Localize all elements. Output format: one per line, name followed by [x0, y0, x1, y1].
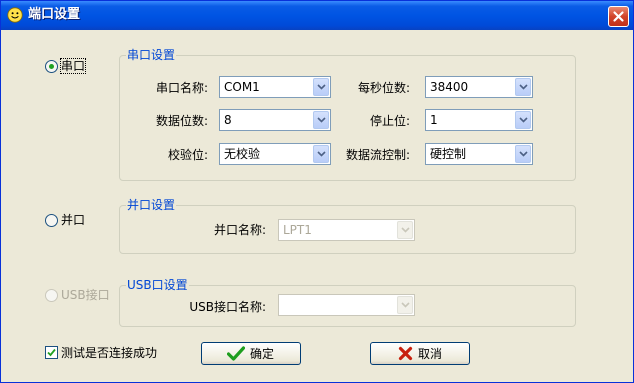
- parallel-radio-label[interactable]: 并口: [61, 213, 85, 227]
- window-title: 端口设置: [28, 7, 81, 22]
- baud-rate-label: 每秒位数:: [357, 81, 410, 95]
- data-bits-value: 8: [224, 113, 232, 127]
- usb-port-name-select[interactable]: [278, 294, 415, 316]
- x-icon: [398, 346, 413, 364]
- stop-bits-value: 1: [430, 113, 438, 127]
- flow-control-label: 数据流控制:: [345, 148, 410, 162]
- parity-label: 校验位:: [167, 148, 208, 162]
- cancel-button[interactable]: 取消: [370, 342, 470, 365]
- ok-button[interactable]: 确定: [201, 342, 301, 365]
- port-settings-dialog: 端口设置 串口 串口设置 串口名称: COM1 每秒位数: 38400 数据位数…: [0, 0, 634, 383]
- chevron-down-icon[interactable]: [515, 145, 531, 163]
- flow-control-value: 硬控制: [430, 147, 467, 161]
- parallel-port-name-label: 并口名称:: [213, 223, 266, 237]
- dialog-body: 串口 串口设置 串口名称: COM1 每秒位数: 38400 数据位数: 8 停…: [4, 30, 630, 380]
- parallel-port-name-select[interactable]: LPT1: [278, 219, 415, 241]
- usb-group-title: USB口设置: [126, 278, 189, 292]
- usb-port-name-label: USB接口名称:: [189, 300, 266, 314]
- flow-control-select[interactable]: 硬控制: [425, 143, 533, 165]
- usb-radio[interactable]: [45, 289, 58, 302]
- serial-radio-label[interactable]: 串口: [59, 58, 87, 74]
- chevron-down-icon[interactable]: [515, 111, 531, 129]
- chevron-down-icon[interactable]: [515, 78, 531, 96]
- serial-port-name-label: 串口名称:: [155, 81, 208, 95]
- serial-port-name-select[interactable]: COM1: [219, 76, 331, 98]
- data-bits-label: 数据位数:: [155, 114, 208, 128]
- chevron-down-icon[interactable]: [313, 111, 329, 129]
- serial-group-title: 串口设置: [126, 48, 177, 62]
- ok-button-label: 确定: [250, 347, 275, 361]
- close-button[interactable]: [608, 6, 629, 27]
- serial-port-name-value: COM1: [224, 80, 260, 94]
- parallel-port-name-value: LPT1: [283, 223, 312, 237]
- test-connection-checkbox[interactable]: [45, 346, 58, 359]
- close-icon: [613, 11, 624, 22]
- chevron-down-icon[interactable]: [313, 145, 329, 163]
- parity-select[interactable]: 无校验: [219, 143, 331, 165]
- parallel-radio[interactable]: [45, 214, 58, 227]
- stop-bits-select[interactable]: 1: [425, 109, 533, 131]
- data-bits-select[interactable]: 8: [219, 109, 331, 131]
- chevron-down-icon[interactable]: [397, 221, 413, 239]
- cancel-button-label: 取消: [418, 347, 443, 361]
- chevron-down-icon[interactable]: [397, 296, 413, 314]
- parallel-group-title: 并口设置: [126, 198, 177, 212]
- baud-rate-select[interactable]: 38400: [425, 76, 533, 98]
- stop-bits-label: 停止位:: [369, 114, 410, 128]
- test-connection-label[interactable]: 测试是否连接成功: [61, 346, 157, 360]
- checkmark-icon: [47, 348, 56, 357]
- parity-value: 无校验: [224, 147, 261, 161]
- baud-rate-value: 38400: [430, 80, 469, 94]
- title-bar[interactable]: 端口设置: [1, 1, 633, 30]
- usb-radio-label[interactable]: USB接口: [61, 288, 110, 302]
- checkmark-icon: [226, 346, 246, 364]
- serial-radio[interactable]: [45, 60, 58, 73]
- chevron-down-icon[interactable]: [313, 78, 329, 96]
- smiley-icon: [7, 7, 23, 23]
